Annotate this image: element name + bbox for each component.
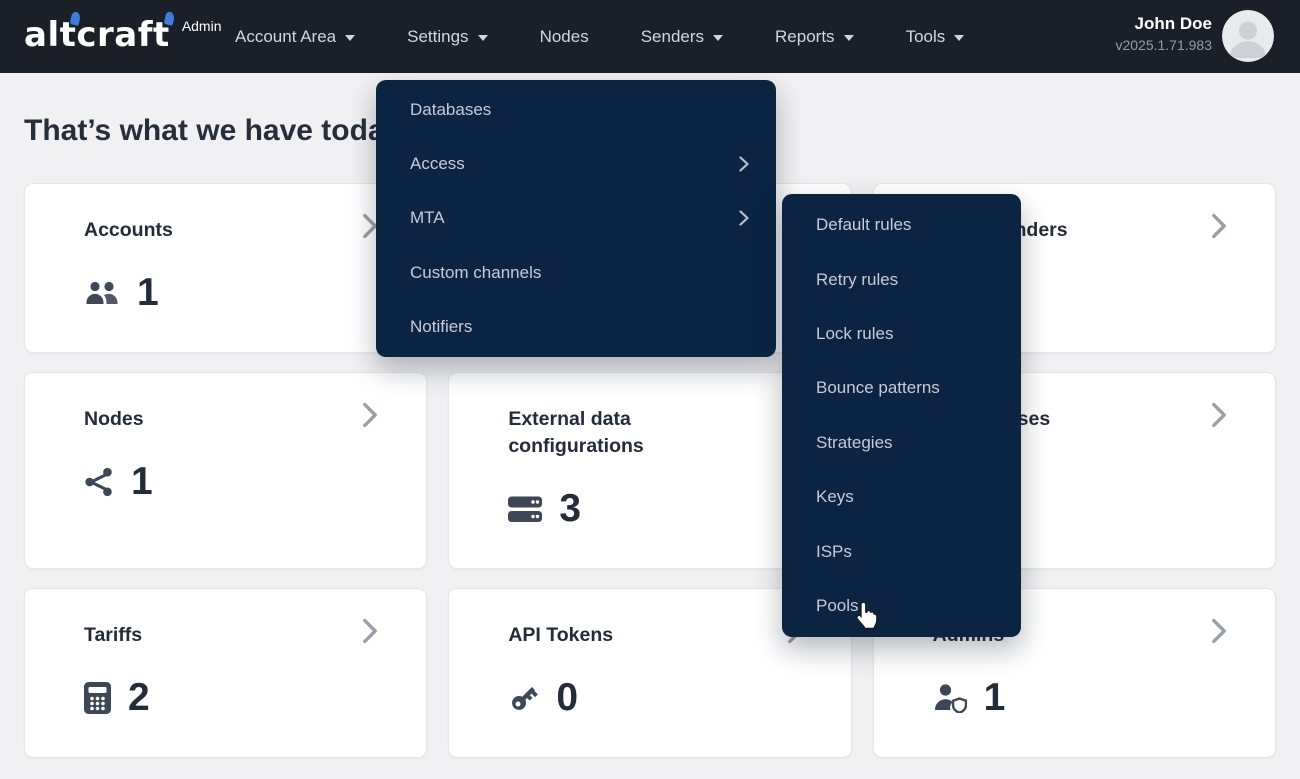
calculator-icon [84,682,111,714]
chevron-down-icon [713,35,724,41]
brand-logo[interactable]: altcraft Admin [24,12,222,58]
submenu-item-isps[interactable]: ISPs [782,524,1021,578]
menu-item-custom-channels[interactable]: Custom channels [376,246,776,300]
card-value: 1 [137,271,159,314]
chevron-right-icon [361,402,379,433]
avatar-placeholder-icon [1222,10,1274,62]
nav-item-tools[interactable]: Tools [906,27,965,47]
card-title: Tariffs [84,624,143,646]
nav-item-reports[interactable]: Reports [775,27,854,47]
chevron-right-icon [739,210,749,227]
users-icon [84,279,120,307]
share-nodes-icon [84,467,114,497]
submenu-item-bounce-patterns[interactable]: Bounce patterns [782,361,1021,415]
key-icon [508,683,539,714]
submenu-item-strategies[interactable]: Strategies [782,416,1021,470]
card-title: Senders [990,219,1068,241]
submenu-item-keys[interactable]: Keys [782,470,1021,524]
card-value: 1 [131,460,153,503]
card-title: API Tokens [508,624,614,646]
settings-dropdown-menu: Databases Access MTA Custom channels Not… [376,80,776,357]
card-value: 3 [559,487,582,530]
avatar[interactable] [1222,10,1274,62]
submenu-item-default-rules[interactable]: Default rules [782,198,1021,252]
card-value: 2 [128,676,150,719]
card-value: 1 [983,676,1006,719]
user-info: John Doe v2025.1.71.983 [1115,13,1212,55]
logo-t-accent: t [60,12,77,58]
chevron-right-icon [1210,402,1228,433]
chevron-right-icon [1210,618,1228,649]
menu-item-access[interactable]: Access [376,137,776,191]
card-accounts[interactable]: Accounts 1 [24,183,428,353]
nav-item-senders[interactable]: Senders [641,27,724,47]
logo-t-accent: t [153,12,170,58]
app-version: v2025.1.71.983 [1115,37,1212,53]
card-title: Nodes [84,408,144,430]
card-value: 0 [556,676,579,719]
menu-item-databases[interactable]: Databases [376,83,776,137]
admin-shield-icon [933,683,967,713]
card-nodes[interactable]: Nodes 1 [24,372,428,569]
chevron-down-icon [843,35,854,41]
menu-item-mta[interactable]: MTA [376,191,776,245]
altcraft-logo: altcraft [24,12,170,58]
chevron-right-icon [1210,213,1228,244]
submenu-item-pools[interactable]: Pools [782,579,1021,633]
main-nav: Account Area Settings Nodes Senders Repo… [235,0,965,73]
admin-badge: Admin [181,18,222,34]
chevron-down-icon [345,35,356,41]
chevron-down-icon [954,35,965,41]
user-name: John Doe [1134,14,1212,33]
chevron-right-icon [361,618,379,649]
submenu-item-lock-rules[interactable]: Lock rules [782,307,1021,361]
top-navbar: altcraft Admin Account Area Settings Nod… [0,0,1300,73]
card-tariffs[interactable]: Tariffs 2 [24,588,428,758]
card-title: External data configurations [508,408,644,457]
menu-item-notifiers[interactable]: Notifiers [376,300,776,354]
chevron-right-icon [739,156,749,172]
nav-item-account-area[interactable]: Account Area [235,27,356,47]
card-title: Accounts [84,219,173,241]
chevron-down-icon [477,35,488,41]
mta-submenu: Default rules Retry rules Lock rules Bou… [782,194,1021,637]
server-icon [508,496,543,523]
nav-item-settings[interactable]: Settings [407,27,488,47]
submenu-item-retry-rules[interactable]: Retry rules [782,252,1021,306]
nav-item-nodes[interactable]: Nodes [540,27,589,47]
